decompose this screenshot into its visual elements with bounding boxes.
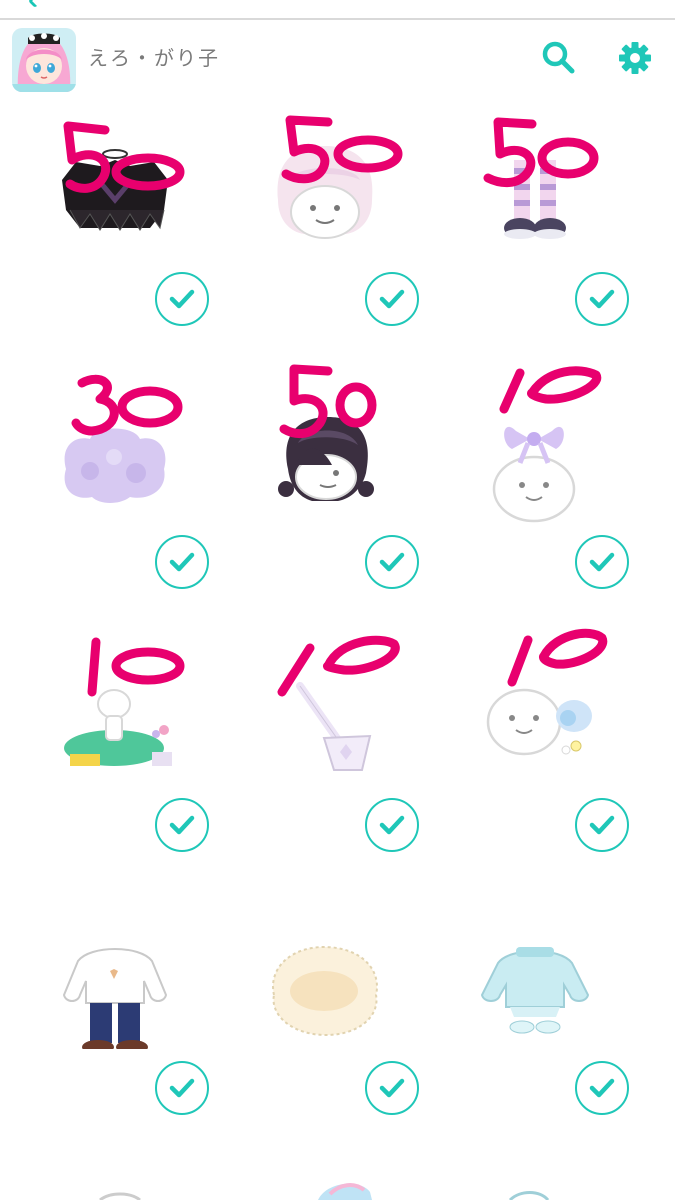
green-rug-accessories-image [64,689,172,766]
striped-socks-shoes-image [504,160,566,239]
back-chevron-icon[interactable] [27,0,43,9]
checkmark-icon [589,289,615,309]
pastel-hair-clip-image [486,688,592,756]
checkmark-icon [589,815,615,835]
item-card[interactable]: 50 [420,100,645,363]
item-card[interactable]: 50 [210,100,435,363]
checkmark-icon [169,1078,195,1098]
next-row-partial [0,1170,675,1200]
close-icon[interactable] [617,0,631,4]
item-card[interactable]: 30 [0,363,225,626]
select-checkbox[interactable] [365,798,419,852]
item-card[interactable]: 10 [210,626,435,889]
select-checkbox[interactable] [365,272,419,326]
select-checkbox[interactable] [575,798,629,852]
search-button[interactable] [538,38,578,78]
item-card[interactable]: 10 [420,363,645,626]
butterfly-sweater-jeans-image [62,948,168,1049]
item-card[interactable]: 50 [210,363,435,626]
lilac-shoulder-bag-image [296,682,372,771]
checkmark-icon [169,552,195,572]
select-checkbox[interactable] [155,535,209,589]
pastel-bob-hair-image [277,146,373,239]
select-checkbox[interactable] [155,272,209,326]
select-checkbox[interactable] [155,798,209,852]
avatar[interactable] [12,28,76,92]
gear-icon [619,42,651,74]
checkmark-icon [379,1078,405,1098]
select-checkbox[interactable] [365,1061,419,1115]
settings-button[interactable] [615,38,655,78]
cream-fur-stole-image [272,945,378,1037]
item-card[interactable] [420,889,645,1152]
item-card[interactable] [0,889,225,1152]
checkmark-icon [589,552,615,572]
top-bar [0,0,675,20]
checkmark-icon [379,289,405,309]
mint-sweater-outfit-image [480,947,590,1034]
checkmark-icon [379,552,405,572]
select-checkbox[interactable] [365,535,419,589]
select-checkbox[interactable] [575,272,629,326]
username: えろ・がり子 [88,46,220,70]
dark-purple-hair-image [278,417,374,501]
checkmark-icon [169,289,195,309]
next-row-items-peek [99,1183,550,1200]
item-card[interactable]: 10 [420,626,645,889]
select-checkbox[interactable] [155,1061,209,1115]
item-card[interactable]: 10 [0,626,225,889]
lavender-hair-bow-image [492,426,576,523]
checkmark-icon [169,815,195,835]
checkmark-icon [589,1078,615,1098]
item-card[interactable]: 50 [0,100,225,363]
search-icon [542,41,575,74]
profile-header: えろ・がり子 [0,22,675,94]
black-frilled-top-image [62,149,168,231]
item-card[interactable] [210,889,435,1152]
lavender-fluffy-top-image [64,428,166,503]
select-checkbox[interactable] [575,1061,629,1115]
select-checkbox[interactable] [575,535,629,589]
checkmark-icon [379,815,405,835]
